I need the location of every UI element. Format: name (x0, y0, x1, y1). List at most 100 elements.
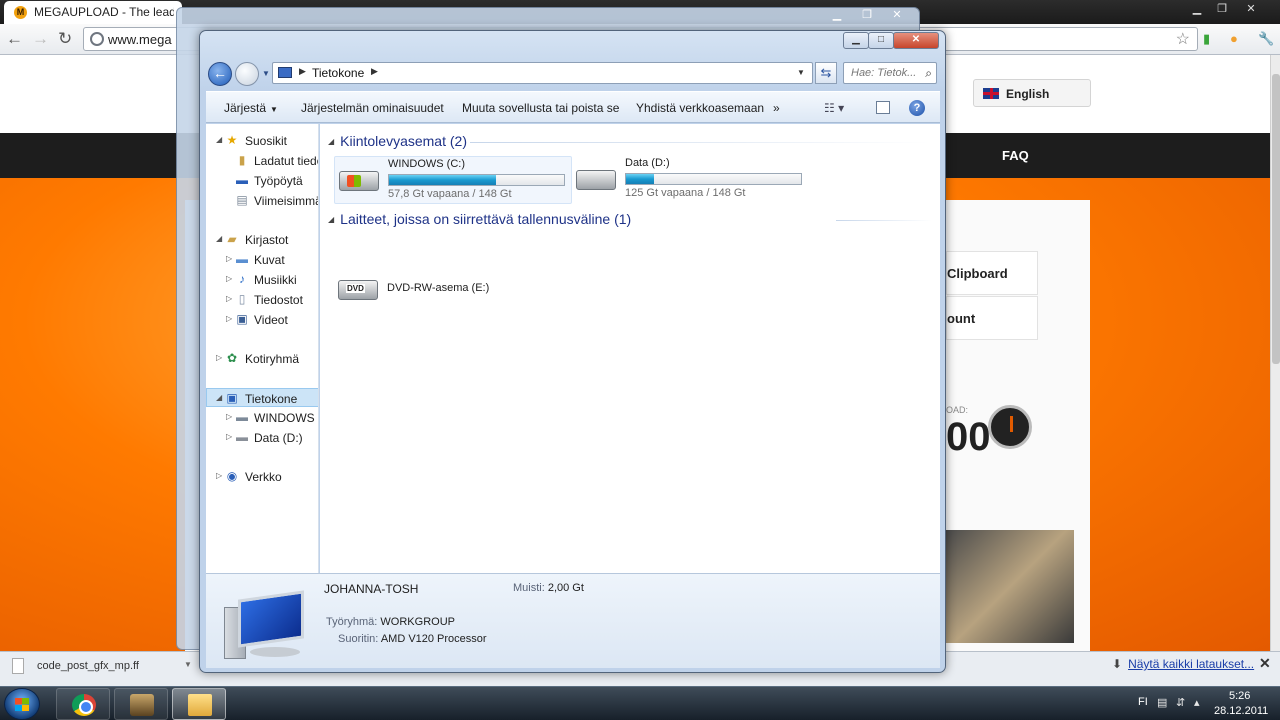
expand-arrow-icon[interactable]: ▷ (226, 254, 232, 263)
tray-app-icon[interactable]: ▤ (1157, 696, 1167, 709)
account-menu-item[interactable]: ount (946, 296, 1038, 340)
back-arrow-icon[interactable]: ← (208, 62, 232, 86)
minimize-icon[interactable]: ▁ (822, 8, 852, 21)
nav-item-desktop[interactable]: ▬ Työpöytä (206, 171, 318, 190)
collapse-arrow-icon[interactable]: ◢ (328, 137, 334, 146)
maximize-icon[interactable]: □ (868, 32, 894, 49)
explorer-address-bar[interactable]: ▶ Tietokone ▶ ▼ (272, 62, 813, 84)
expand-arrow-icon[interactable]: ◢ (216, 234, 222, 243)
downloads-folder-icon: ▮ (238, 153, 246, 167)
drive-windows-c[interactable]: WINDOWS (C:) 57,8 Gt vapaana / 148 Gt (334, 156, 572, 204)
nav-item-network[interactable]: ▷ ◉ Verkko (206, 467, 318, 486)
network-tray-icon[interactable]: ⇵ (1176, 696, 1185, 709)
show-hidden-icons-icon[interactable]: ▴ (1194, 696, 1200, 709)
nav-label: Työpöytä (254, 174, 303, 188)
expand-arrow-icon[interactable]: ▷ (226, 412, 232, 421)
browser-tab[interactable]: M MEGAUPLOAD - The leadin (4, 1, 182, 24)
chevron-down-icon[interactable]: ▼ (184, 660, 192, 669)
faq-link[interactable]: FAQ (1002, 148, 1029, 163)
nav-item-favorites[interactable]: ◢ ★ Suosikit (206, 131, 318, 150)
start-button[interactable] (4, 688, 40, 720)
windows-logo-icon (347, 175, 361, 187)
expand-arrow-icon[interactable]: ◢ (216, 393, 222, 402)
clock-date[interactable]: 28.12.2011 (1214, 705, 1268, 717)
language-indicator[interactable]: FI (1138, 696, 1148, 708)
nav-item-homegroup[interactable]: ▷ ✿ Kotiryhmä (206, 349, 318, 368)
clipboard-menu-item[interactable]: Clipboard (946, 251, 1038, 295)
expand-arrow-icon[interactable]: ▷ (216, 353, 222, 362)
minimize-icon[interactable]: ▁ (843, 32, 869, 49)
preview-pane-icon[interactable] (876, 101, 890, 114)
expand-arrow-icon[interactable]: ▷ (216, 471, 222, 480)
extension-icon[interactable]: ● (1230, 31, 1238, 46)
system-properties-button[interactable]: Järjestelmän ominaisuudet (301, 101, 444, 115)
language-button[interactable]: English (973, 79, 1091, 107)
expand-arrow-icon[interactable]: ▷ (226, 294, 232, 303)
address-dropdown-icon[interactable]: ▼ (797, 68, 805, 77)
group-header-removable[interactable]: ◢ Laitteet, joissa on siirrettävä tallenn… (328, 211, 631, 227)
expand-arrow-icon[interactable]: ▷ (226, 432, 232, 441)
nav-item-downloads[interactable]: ▮ Ladatut tiedo (206, 151, 318, 170)
drive-data-d[interactable]: Data (D:) 125 Gt vapaana / 148 Gt (572, 156, 810, 204)
change-view-icon[interactable]: ☷ ▾ (824, 101, 844, 115)
nav-item-documents[interactable]: ▷ ▯ Tiedostot (206, 290, 318, 309)
nav-item-data-drive[interactable]: ▷ ▬ Data (D:) (206, 428, 318, 447)
drive-name: DVD-RW-asema (E:) (387, 282, 490, 294)
system-tray: FI ▤ ⇵ ▴ 5:26 28.12.2011 (1130, 687, 1280, 720)
signal-extension-icon[interactable]: ▮ (1203, 31, 1210, 47)
nav-item-pictures[interactable]: ▷ ▬ Kuvat (206, 250, 318, 269)
close-downloads-icon[interactable]: ✕ (1259, 655, 1271, 672)
scrollbar-thumb[interactable] (1272, 74, 1280, 364)
forward-arrow-icon[interactable] (235, 62, 259, 86)
reload-icon[interactable]: ↻ (58, 29, 72, 49)
taskbar-game[interactable] (114, 688, 168, 720)
taskbar-chrome[interactable] (56, 688, 110, 720)
collapse-arrow-icon[interactable]: ◢ (328, 215, 334, 224)
nav-label: Tietokone (245, 392, 298, 406)
drive-dvd-e[interactable]: DVD DVD-RW-asema (E:) (334, 264, 572, 312)
documents-icon: ▯ (238, 292, 246, 306)
map-network-drive-button[interactable]: Yhdistä verkkoasemaan (636, 101, 764, 115)
nav-label: Kotiryhmä (245, 352, 300, 366)
refresh-icon[interactable]: ⇆ (815, 62, 837, 84)
clock-time[interactable]: 5:26 (1229, 690, 1250, 702)
bookmark-star-icon[interactable]: ☆ (1176, 29, 1190, 49)
expand-arrow-icon[interactable]: ◢ (216, 135, 222, 144)
nav-item-libraries[interactable]: ◢ ▰ Kirjastot (206, 230, 318, 249)
nav-label: Tiedostot (254, 293, 303, 307)
account-label: ount (947, 311, 976, 326)
forward-arrow-icon[interactable]: → (32, 29, 49, 49)
uninstall-program-button[interactable]: Muuta sovellusta tai poista se (462, 101, 619, 115)
recent-pages-chevron-icon[interactable]: ▼ (262, 69, 270, 78)
game-advert-image[interactable] (946, 530, 1074, 643)
wrench-menu-icon[interactable]: 🔧 (1258, 31, 1274, 47)
breadcrumb-separator-icon[interactable]: ▶ (371, 66, 378, 77)
browser-scrollbar[interactable] (1270, 55, 1280, 651)
more-commands-button[interactable]: » (773, 101, 780, 115)
nav-item-computer[interactable]: ◢ ▣ Tietokone (206, 388, 318, 407)
expand-arrow-icon[interactable]: ▷ (226, 314, 232, 323)
restore-icon[interactable]: ❐ (852, 8, 882, 21)
browser-restore-icon[interactable]: ❐ (1211, 2, 1233, 15)
nav-item-music[interactable]: ▷ ♪ Musiikki (206, 270, 318, 289)
close-icon[interactable]: ✕ (882, 8, 912, 21)
breadcrumb-location[interactable]: Tietokone (312, 66, 364, 80)
breadcrumb-separator-icon[interactable]: ▶ (299, 66, 306, 77)
chevron-down-icon: ▼ (270, 105, 278, 114)
download-item[interactable]: code_post_gfx_mp.ff ▼ (6, 655, 192, 679)
nav-item-windows-drive[interactable]: ▷ ▬ WINDOWS (C (206, 408, 318, 427)
search-icon[interactable]: ⌕ (925, 66, 932, 81)
group-header-hard-drives[interactable]: ◢ Kiintolevyasemat (2) (328, 133, 467, 149)
explorer-search-input[interactable]: Hae: Tietok... ⌕ (843, 62, 937, 84)
browser-minimize-icon[interactable]: ▁ (1186, 2, 1208, 15)
help-icon[interactable]: ? (909, 100, 925, 116)
show-all-downloads-link[interactable]: ⬇ Näytä kaikki lataukset... (1112, 657, 1254, 671)
nav-item-recent[interactable]: ▤ Viimeisimmä (206, 191, 318, 210)
expand-arrow-icon[interactable]: ▷ (226, 274, 232, 283)
organize-button[interactable]: Järjestä ▼ (224, 101, 278, 115)
taskbar-explorer[interactable] (172, 688, 226, 720)
nav-item-videos[interactable]: ▷ ▣ Videot (206, 310, 318, 329)
browser-close-icon[interactable]: ✕ (1240, 2, 1262, 15)
back-arrow-icon[interactable]: ← (6, 29, 23, 49)
close-icon[interactable]: ✕ (893, 32, 939, 49)
